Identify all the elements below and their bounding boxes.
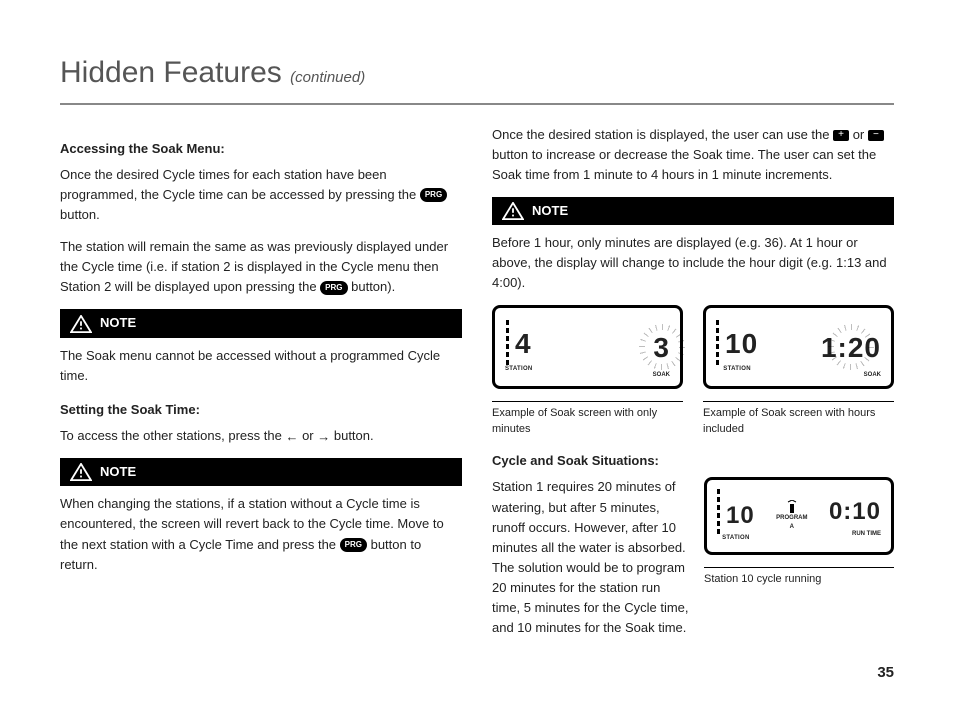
- lcd-runtime-label: RUN TIME: [852, 530, 881, 539]
- note-bar-3: NOTE: [492, 197, 894, 225]
- para-setting-1: To access the other stations, press the …: [60, 426, 462, 446]
- minus-button-icon: −: [868, 130, 884, 141]
- lcd-soak-label: SOAK: [864, 371, 881, 380]
- note-1-text: The Soak menu cannot be accessed without…: [60, 346, 462, 386]
- warning-icon: [70, 315, 92, 333]
- heading-setting-soak: Setting the Soak Time:: [60, 400, 462, 420]
- page-number: 35: [60, 661, 894, 684]
- lcd-station-number: 10: [726, 497, 755, 534]
- lcd-value: 0:10: [829, 493, 881, 530]
- note-bar-2: NOTE: [60, 458, 462, 486]
- lcd3-caption: Station 10 cycle running: [704, 572, 894, 587]
- lcd-value-burst: 1:20: [821, 326, 881, 369]
- note-3-text: Before 1 hour, only minutes are displaye…: [492, 233, 894, 293]
- warning-icon: [70, 463, 92, 481]
- lcd-value: 3: [653, 326, 670, 369]
- lcd2-caption: Example of Soak screen with hours includ…: [703, 406, 894, 437]
- lcd-soak-label: SOAK: [653, 371, 670, 380]
- note-2-text: When changing the stations, if a station…: [60, 494, 462, 575]
- lcd1-caption: Example of Soak screen with only minutes: [492, 406, 683, 437]
- lcd-example-hours: 10 STATION 1:20 SOAK Example of Soak scr…: [703, 305, 894, 437]
- lcd-example-cycle: 10 STATION PROGRAM A 0:10 RUN TIME: [704, 477, 894, 587]
- prg-button-icon: PRG: [340, 538, 367, 552]
- lcd-station-label: STATION: [722, 534, 750, 543]
- lcd-program-indicator: PROGRAM A: [776, 500, 807, 533]
- para-access-1: Once the desired Cycle times for each st…: [60, 165, 462, 225]
- page-title: Hidden Features (continued): [60, 50, 894, 97]
- para-access-2: The station will remain the same as was …: [60, 237, 462, 297]
- sprinkler-icon: [787, 500, 797, 514]
- title-continued: (continued): [290, 69, 365, 86]
- title-rule: [60, 103, 894, 105]
- lcd-value-burst: 3: [653, 326, 670, 369]
- lcd-station-number: 10: [725, 322, 758, 365]
- lcd-station-number: 4: [515, 322, 532, 365]
- plus-button-icon: +: [833, 130, 849, 141]
- right-arrow-icon: →: [317, 430, 330, 443]
- warning-icon: [502, 202, 524, 220]
- heading-accessing-soak: Accessing the Soak Menu:: [60, 139, 462, 159]
- right-column: Once the desired station is displayed, t…: [492, 125, 894, 651]
- prg-button-icon: PRG: [420, 188, 447, 202]
- lcd-station-label: STATION: [505, 365, 533, 374]
- title-main: Hidden Features: [60, 56, 282, 89]
- note-label: NOTE: [100, 462, 136, 482]
- note-bar-1: NOTE: [60, 309, 462, 337]
- para-right-1: Once the desired station is displayed, t…: [492, 125, 894, 185]
- heading-cycle-soak: Cycle and Soak Situations:: [492, 451, 894, 471]
- prg-button-icon: PRG: [320, 281, 347, 295]
- lcd-station-label: STATION: [723, 365, 751, 374]
- note-label: NOTE: [100, 313, 136, 333]
- note-label: NOTE: [532, 201, 568, 221]
- lcd-example-minutes: 4 STATION 3 SOAK Example of Soak screen …: [492, 305, 683, 437]
- left-arrow-icon: ←: [285, 430, 298, 443]
- left-column: Accessing the Soak Menu: Once the desire…: [60, 125, 462, 651]
- para-cycle-situation: Station 1 requires 20 minutes of waterin…: [492, 477, 690, 638]
- lcd-value: 1:20: [821, 326, 881, 369]
